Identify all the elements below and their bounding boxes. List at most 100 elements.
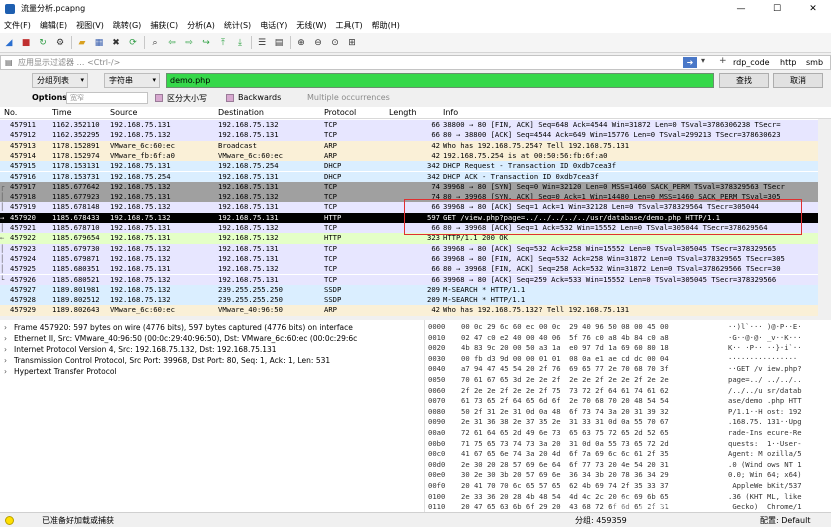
menu-item-8[interactable]: 无线(W) <box>296 20 326 31</box>
profile-indicator[interactable]: 配置: Default <box>760 515 810 526</box>
autoscroll-icon[interactable]: ☰ <box>256 37 268 49</box>
detail-tree-item[interactable]: › Frame 457920: 597 bytes on wire (4776 b… <box>4 322 353 333</box>
filter-button-http[interactable]: http <box>780 56 796 69</box>
hex-line[interactable]: 0020 4b 83 9c 20 00 50 a3 1a e0 97 7d 1a … <box>428 343 802 354</box>
hex-line[interactable]: 00d0 2e 30 20 28 57 69 6e 64 6f 77 73 20 … <box>428 460 802 471</box>
table-row[interactable]: │ 457923 1185.679730 192.168.75.132 192.168.… <box>0 243 831 254</box>
menu-item-10[interactable]: 帮助(H) <box>372 20 400 31</box>
apply-filter-arrow-icon[interactable]: ➜ <box>683 57 697 68</box>
column-header-source[interactable]: Source <box>110 108 137 117</box>
chevron-right-icon[interactable]: › <box>4 333 14 344</box>
chevron-right-icon[interactable]: › <box>4 322 14 333</box>
restart-icon[interactable]: ↻ <box>37 37 49 49</box>
back-arrow-icon[interactable]: ⇦ <box>166 37 178 49</box>
table-row[interactable]: 457915 1178.153131 192.168.75.131 192.168.7… <box>0 161 831 172</box>
last-packet-icon[interactable]: ⤓ <box>234 37 246 49</box>
table-row[interactable]: 457916 1178.153731 192.168.75.254 192.168.7… <box>0 171 831 182</box>
menu-item-2[interactable]: 视图(V) <box>76 20 104 31</box>
menu-item-7[interactable]: 电话(Y) <box>260 20 287 31</box>
colorize-icon[interactable]: ▤ <box>273 37 285 49</box>
cancel-find-button[interactable]: 取消 <box>773 73 823 88</box>
table-row[interactable]: 457911 1162.352110 192.168.75.131 192.168.7… <box>0 120 831 131</box>
multiple-occurrences-option[interactable]: Multiple occurrences <box>307 93 390 102</box>
column-header-time[interactable]: Time <box>52 108 72 117</box>
bookmark-icon[interactable]: ▤ <box>5 58 15 67</box>
chevron-right-icon[interactable]: › <box>4 355 14 366</box>
hex-line[interactable]: 00c0 41 67 65 6e 74 3a 20 4d 6f 7a 69 6c … <box>428 449 802 460</box>
detail-tree-item[interactable]: › Ethernet II, Src: VMware_40:96:50 (00:0… <box>4 333 357 344</box>
find-button[interactable]: 查找 <box>719 73 769 88</box>
filter-history-dropdown-icon[interactable]: ▾ <box>701 56 705 65</box>
table-row[interactable]: 457914 1178.152974 VMware_fb:6f:a0 VMware_6… <box>0 150 831 162</box>
menu-item-3[interactable]: 跳转(G) <box>113 20 141 31</box>
case-sensitive-checkbox[interactable] <box>155 94 163 102</box>
minimize-button[interactable]: — <box>723 0 759 17</box>
column-header-info[interactable]: Info <box>443 108 458 117</box>
hex-line[interactable]: 00a0 72 61 64 65 2d 49 6e 73 65 63 75 72 … <box>428 428 802 439</box>
chevron-right-icon[interactable]: › <box>4 366 14 377</box>
detail-tree-item[interactable]: › Internet Protocol Version 4, Src: 192.1… <box>4 344 277 355</box>
resize-columns-icon[interactable]: ⊞ <box>346 37 358 49</box>
table-row[interactable]: 457929 1189.802643 VMware_6c:60:ec VMware_4… <box>0 305 831 316</box>
column-header-destination[interactable]: Destination <box>218 108 264 117</box>
detail-tree-item[interactable]: › Transmission Control Protocol, Src Port… <box>4 355 330 366</box>
display-filter-input[interactable]: 应用显示过滤器 … <Ctrl-/> <box>18 57 120 68</box>
column-header-length[interactable]: Length <box>389 108 417 117</box>
zoom-in-icon[interactable]: ⊕ <box>295 37 307 49</box>
table-row[interactable]: │ 457925 1185.680351 192.168.75.131 192.168.… <box>0 264 831 275</box>
table-row[interactable]: 457912 1162.352295 192.168.75.132 192.168.7… <box>0 130 831 141</box>
shark-fin-icon[interactable]: ◢ <box>3 37 15 49</box>
ready-status-icon[interactable] <box>5 516 14 525</box>
backwards-checkbox[interactable] <box>226 94 234 102</box>
search-type-select[interactable]: 字符串 ▾ <box>104 73 160 88</box>
filter-button-smb[interactable]: smb <box>806 56 823 69</box>
find-string-input[interactable]: demo.php <box>166 73 714 88</box>
first-packet-icon[interactable]: ⤒ <box>217 37 229 49</box>
hex-line[interactable]: 0080 50 2f 31 2e 31 0d 0a 48 6f 73 74 3a … <box>428 407 802 418</box>
hex-line[interactable]: 0070 61 73 65 2f 64 65 6d 6f 2e 70 68 70 … <box>428 396 802 407</box>
close-file-icon[interactable]: ✖ <box>110 37 122 49</box>
table-row[interactable]: ┌ 457917 1185.677642 192.168.75.132 192.168.… <box>0 181 831 193</box>
hex-line[interactable]: 00e0 30 2e 30 3b 20 57 69 6e 36 34 3b 20 … <box>428 470 802 481</box>
open-folder-icon[interactable]: ▰ <box>76 37 88 49</box>
search-scope-select[interactable]: 分组列表 ▾ <box>32 73 88 88</box>
detail-tree-item[interactable]: › Hypertext Transfer Protocol <box>4 366 117 377</box>
column-header-protocol[interactable]: Protocol <box>324 108 356 117</box>
menu-item-0[interactable]: 文件(F) <box>4 20 31 31</box>
menu-item-1[interactable]: 编辑(E) <box>40 20 67 31</box>
goto-icon[interactable]: ↪ <box>200 37 212 49</box>
packet-list-scrollbar[interactable] <box>818 119 831 316</box>
hex-line[interactable]: 0090 2e 31 36 38 2e 37 35 2e 31 33 31 0d … <box>428 417 802 428</box>
hex-line[interactable]: 0010 02 47 c0 e2 40 00 40 06 5f 76 c0 a8 … <box>428 333 802 344</box>
save-icon[interactable]: ▦ <box>93 37 105 49</box>
maximize-button[interactable]: ☐ <box>759 0 795 17</box>
hex-line[interactable]: 0060 2f 2e 2e 2f 2e 2e 2f 75 73 72 2f 64 … <box>428 386 802 397</box>
close-window-button[interactable]: ✕ <box>795 0 831 17</box>
forward-arrow-icon[interactable]: ⇨ <box>183 37 195 49</box>
menu-item-5[interactable]: 分析(A) <box>187 20 215 31</box>
zoom-reset-icon[interactable]: ⊙ <box>329 37 341 49</box>
add-filter-button-icon[interactable]: + <box>719 56 727 66</box>
table-row[interactable]: │ 457924 1185.679871 192.168.75.132 192.168.… <box>0 253 831 265</box>
column-header-no[interactable]: No. <box>4 108 17 117</box>
table-row[interactable]: └ 457926 1185.680521 192.168.75.132 192.168.… <box>0 274 831 285</box>
find-icon[interactable]: ⌕ <box>149 37 161 49</box>
hex-line[interactable]: 0100 2e 33 36 20 28 4b 48 54 4d 4c 2c 20 … <box>428 492 802 503</box>
hex-line[interactable]: 00f0 20 41 70 70 6c 65 57 65 62 4b 69 74 … <box>428 481 802 492</box>
table-row[interactable]: 457913 1178.152891 VMware_6c:60:ec Broadcas… <box>0 140 831 151</box>
hex-line[interactable]: 0000 00 0c 29 6c 60 ec 00 0c 29 40 96 50 … <box>428 322 802 333</box>
hex-line[interactable]: 0110 20 47 65 63 6b 6f 29 20 43 68 72 6f … <box>428 502 802 512</box>
menu-item-9[interactable]: 工具(T) <box>335 20 362 31</box>
table-row[interactable]: 457928 1189.802512 192.168.75.132 239.255.2… <box>0 295 831 306</box>
hex-line[interactable]: 0030 00 fb d3 9d 00 00 01 01 08 0a e1 ae … <box>428 354 797 365</box>
zoom-out-icon[interactable]: ⊖ <box>312 37 324 49</box>
menu-item-4[interactable]: 捕获(C) <box>150 20 178 31</box>
reload-icon[interactable]: ⟳ <box>127 37 139 49</box>
hex-line[interactable]: 0040 a7 94 47 45 54 20 2f 76 69 65 77 2e … <box>428 364 802 375</box>
hex-line[interactable]: 00b0 71 75 65 73 74 73 3a 20 31 0d 0a 55 … <box>428 439 802 450</box>
hex-line[interactable]: 0050 70 61 67 65 3d 2e 2e 2f 2e 2e 2f 2e … <box>428 375 802 386</box>
filter-button-rdp-code[interactable]: rdp_code <box>733 56 770 69</box>
narrow-wide-select[interactable]: 宽窄 <box>66 92 148 104</box>
table-row[interactable]: 457927 1189.801981 192.168.75.132 239.255.2… <box>0 284 831 296</box>
chevron-right-icon[interactable]: › <box>4 344 14 355</box>
